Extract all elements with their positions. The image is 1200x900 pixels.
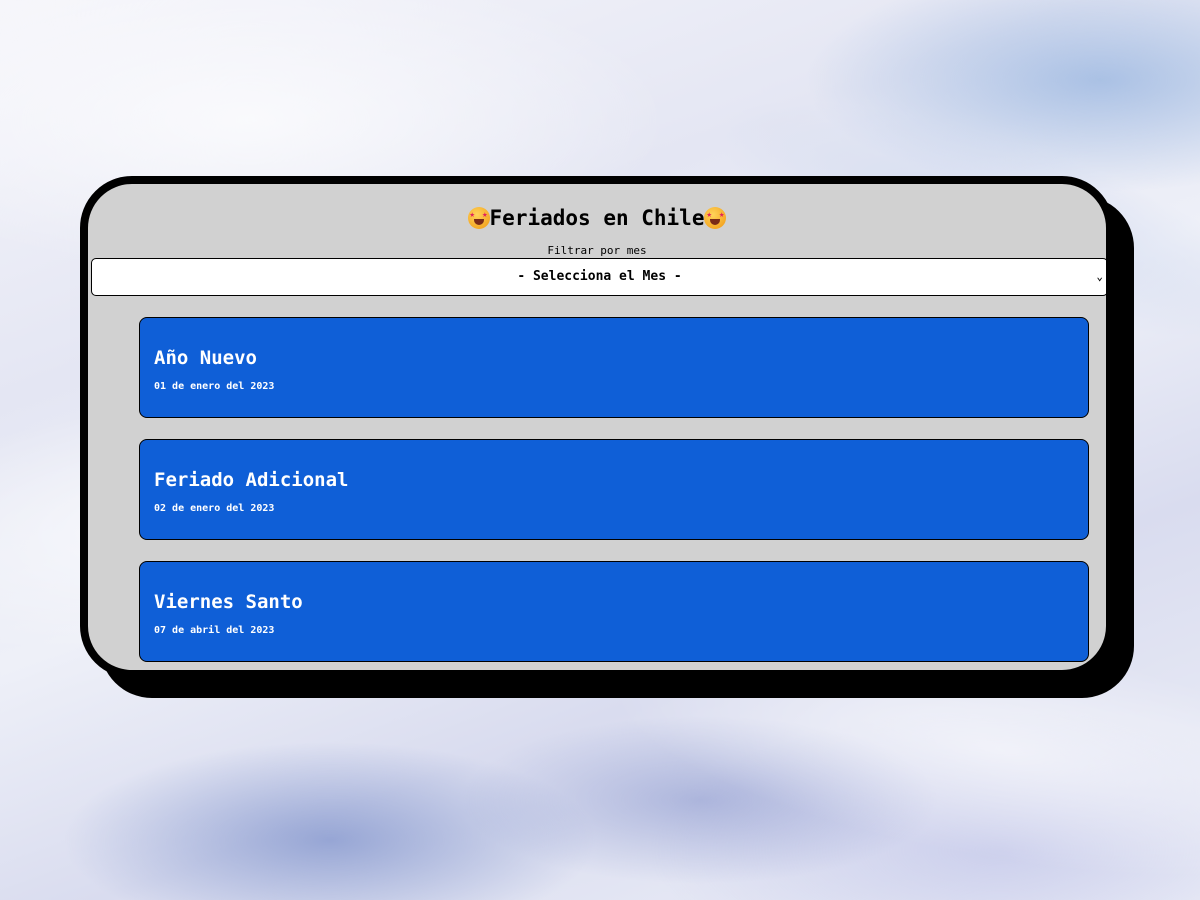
holiday-name: Feriado Adicional xyxy=(154,469,349,491)
month-select-value: - Selecciona el Mes - xyxy=(517,269,682,284)
device-frame: ★ ★ Feriados en Chile ★ ★ Filtrar por mes … xyxy=(80,176,1114,678)
holiday-date: 07 de abril del 2023 xyxy=(154,625,275,636)
holiday-name: Año Nuevo xyxy=(154,347,257,369)
star-struck-emoji-icon: ★ ★ xyxy=(467,207,490,229)
page-title-text: Feriados en Chile xyxy=(489,206,705,230)
holiday-name: Viernes Santo xyxy=(154,591,303,613)
chevron-down-icon: ⌄ xyxy=(1096,270,1103,283)
filter-label: Filtrar por mes xyxy=(547,244,647,257)
holiday-date: 01 de enero del 2023 xyxy=(154,381,275,392)
star-struck-emoji-icon: ★ ★ xyxy=(704,207,727,229)
page-title: ★ ★ Feriados en Chile ★ ★ xyxy=(88,203,1106,233)
holiday-card: Feriado Adicional 02 de enero del 2023 xyxy=(139,439,1089,540)
holiday-card: Año Nuevo 01 de enero del 2023 xyxy=(139,317,1089,418)
holiday-date: 02 de enero del 2023 xyxy=(154,503,275,514)
holiday-card: Viernes Santo 07 de abril del 2023 xyxy=(139,561,1089,662)
month-select[interactable]: - Selecciona el Mes - ⌄ xyxy=(91,258,1106,296)
